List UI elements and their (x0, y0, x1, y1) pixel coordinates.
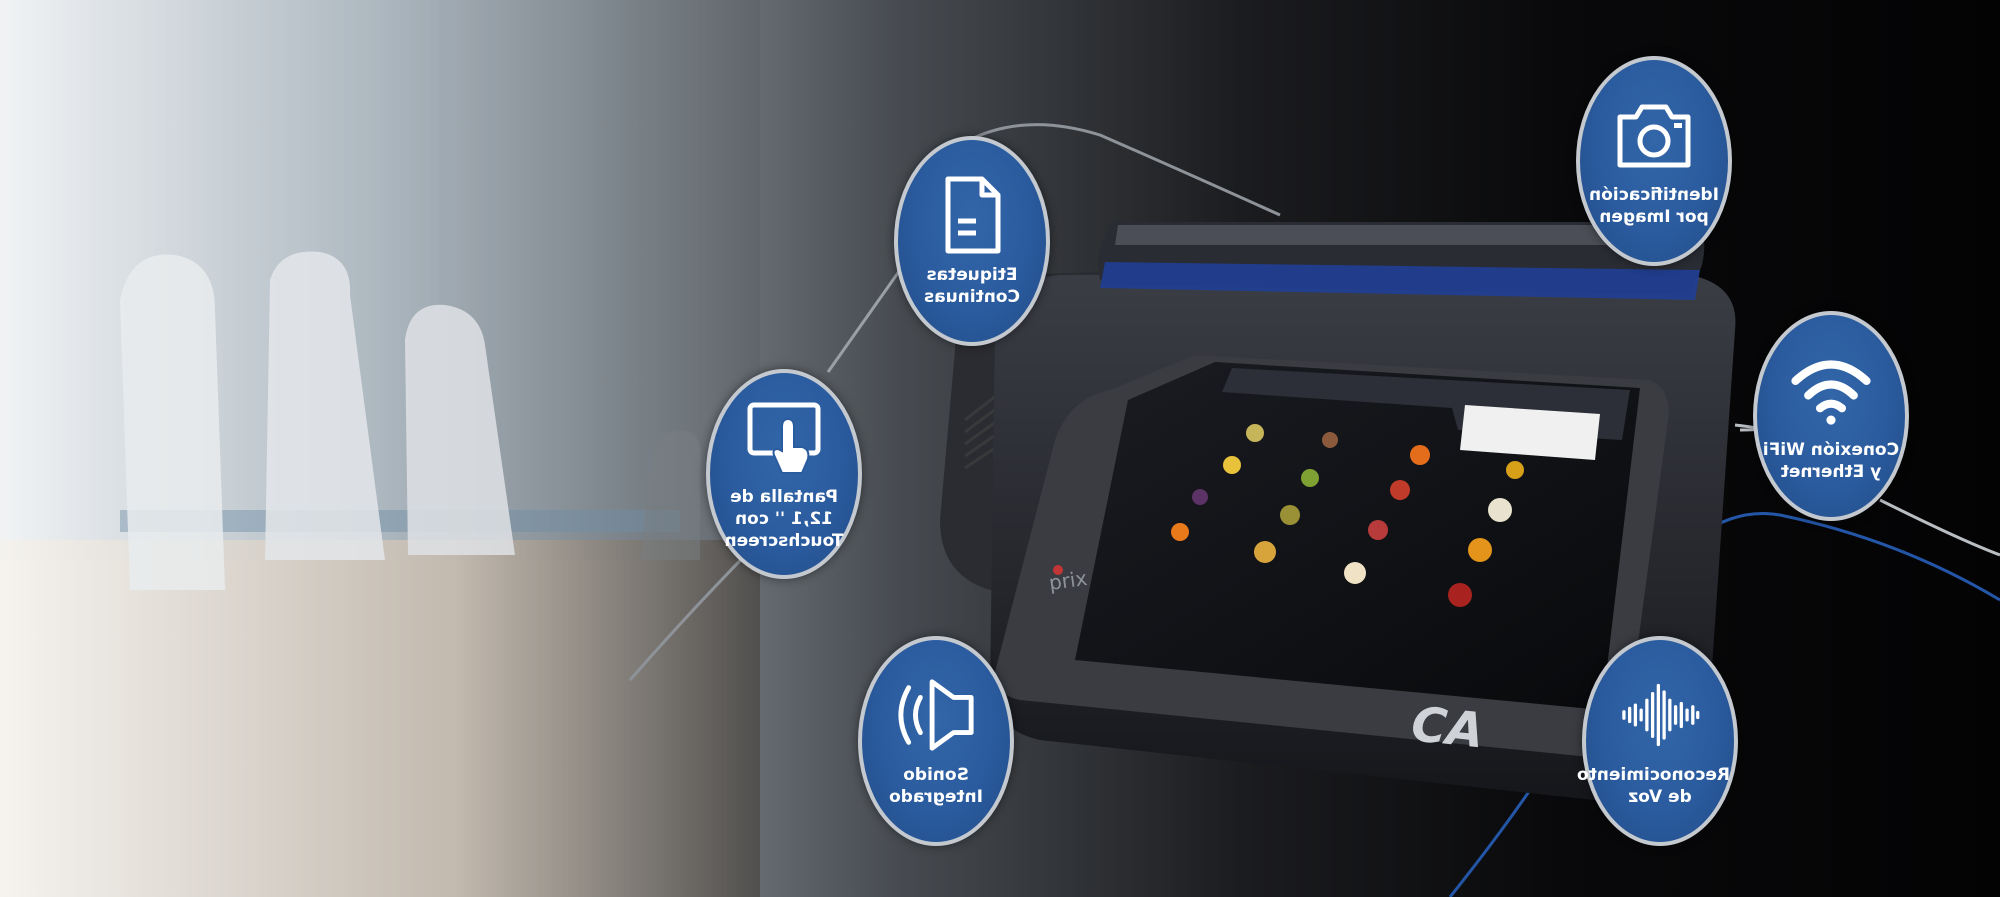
camera-icon (1613, 94, 1695, 176)
feature-wifi-ethernet: Conexión WiFi y Ethernet (1753, 311, 1909, 521)
speaker-icon (895, 674, 977, 756)
brand-logo: CA (1409, 696, 1487, 759)
feature-identificacion-imagen: Identificación por Imagen (1576, 56, 1732, 266)
feature-label: Reconocimiento de Voz (1576, 765, 1730, 807)
feature-reconocimiento-voz: Reconocimiento de Voz (1576, 636, 1738, 846)
feature-label: Pantalla de 12,1 '' con Touchscreen (724, 487, 844, 551)
voice-wave-icon (1619, 674, 1701, 756)
document-icon (931, 174, 1013, 256)
hero-banner: prix CA Etiquetas Continuas Pantalla de … (0, 0, 2000, 897)
feature-label: Etiquetas Continuas (924, 265, 1021, 307)
feature-pantalla-touchscreen: Pantalla de 12,1 '' con Touchscreen (706, 369, 862, 579)
feature-etiquetas-continuas: Etiquetas Continuas (894, 136, 1050, 346)
sky-backdrop (0, 0, 760, 560)
feature-sonido-integrado: Sonido Integrado (858, 636, 1014, 846)
touch-screen-icon (743, 396, 825, 478)
feature-label: Identificación por Imagen (1589, 185, 1719, 227)
wifi-icon (1790, 349, 1872, 431)
sand-area (0, 540, 760, 897)
feature-label: Conexión WiFi y Ethernet (1762, 440, 1900, 482)
feature-label: Sonido Integrado (889, 765, 983, 807)
